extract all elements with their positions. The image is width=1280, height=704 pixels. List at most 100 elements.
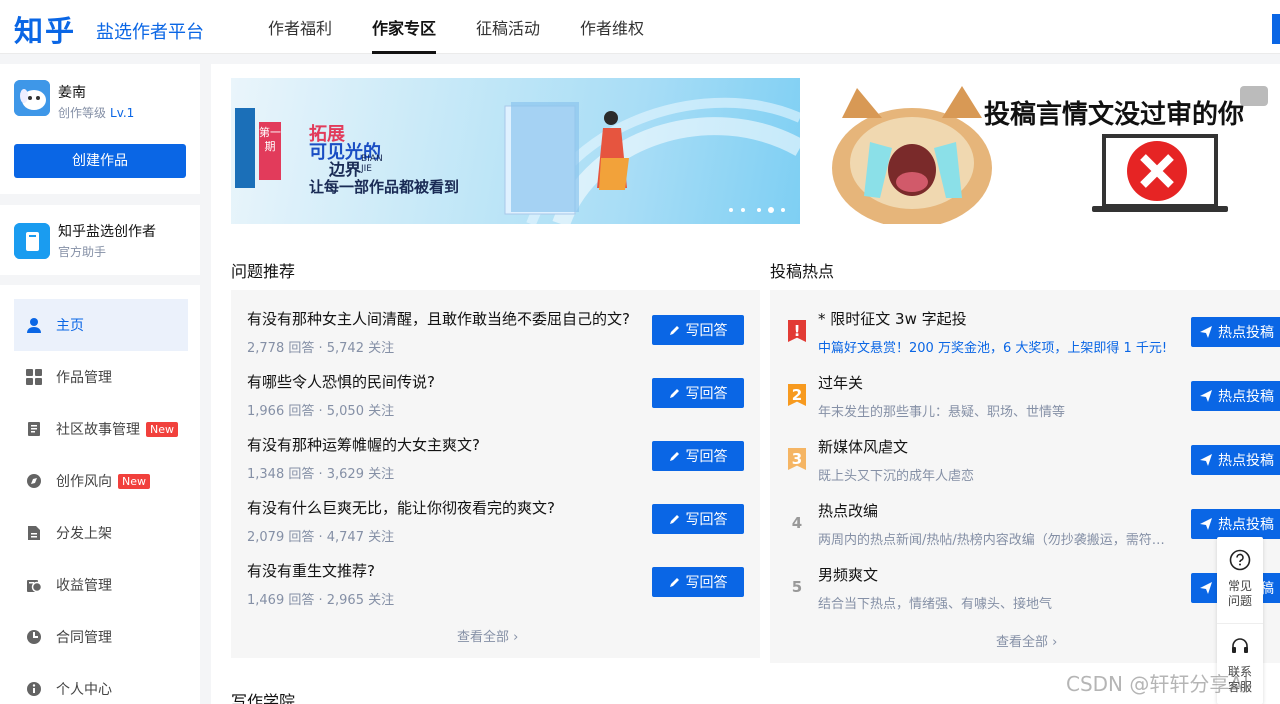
sidebar-item-profile[interactable]: 个人中心 — [14, 663, 188, 704]
banner-text-pinyin: BIAN JIE — [361, 154, 383, 174]
write-answer-button[interactable]: 写回答 — [652, 441, 744, 471]
hot-submit-label: 热点投稿 — [1218, 325, 1274, 341]
writing-academy-title: 写作学院 — [231, 692, 296, 704]
write-answer-label: 写回答 — [685, 386, 728, 402]
pencil-icon — [669, 389, 679, 398]
question-meta: 1,348 回答 · 3,629 关注 — [247, 467, 395, 482]
write-answer-button[interactable]: 写回答 — [652, 378, 744, 408]
money-icon — [26, 577, 42, 593]
user-card: 姜南 创作等级 Lv.1 创建作品 — [0, 64, 200, 194]
sidebar-item-label: 作品管理 — [56, 370, 112, 386]
sidebar-item-works[interactable]: 作品管理 — [14, 351, 188, 403]
sidebar-item-trends[interactable]: 创作风向 New — [14, 455, 188, 507]
send-icon — [1200, 390, 1212, 402]
send-icon — [1200, 582, 1212, 594]
sidebar-item-contracts[interactable]: 合同管理 — [14, 611, 188, 663]
send-icon — [1200, 518, 1212, 530]
meme-caption: 投稿言情文没过审的你 — [984, 100, 1245, 130]
assistant-card[interactable]: 知乎盐选创作者 官方助手 — [0, 205, 200, 275]
question-meta: 2,079 回答 · 4,747 关注 — [247, 530, 395, 545]
watermark: CSDN @轩轩分享AI — [1066, 672, 1249, 696]
hot-submit-button[interactable]: 热点投稿 — [1191, 445, 1280, 475]
question-title[interactable]: 有没有什么巨爽无比，能让你彻夜看完的爽文? — [247, 497, 555, 518]
banner-tagline: 让每一部作品都被看到 — [309, 178, 460, 196]
hot-title[interactable]: 男频爽文 — [818, 564, 878, 585]
level-value: Lv.1 — [110, 106, 135, 120]
rank-badge: 2 — [788, 384, 806, 406]
hot-submit-label: 热点投稿 — [1218, 453, 1274, 469]
avatar[interactable] — [14, 80, 50, 116]
write-answer-button[interactable]: 写回答 — [652, 567, 744, 597]
hot-description: 年末发生的那些事儿：悬疑、职场、世情等 — [818, 405, 1066, 420]
hot-title[interactable]: 过年关 — [818, 372, 863, 393]
hot-submit-button[interactable]: 热点投稿 — [1191, 381, 1280, 411]
nav-rights-protection[interactable]: 作者维权 — [580, 0, 644, 54]
chevron-right-icon: › — [1052, 635, 1058, 650]
new-badge: New — [118, 473, 150, 489]
hot-description: 既上头又下沉的成年人虐恋 — [818, 469, 975, 484]
nav-writer-zone[interactable]: 作家专区 — [372, 0, 437, 54]
hot-submit-button[interactable]: 热点投稿 — [1191, 509, 1280, 539]
sidebar-item-distribution[interactable]: 分发上架 — [14, 507, 188, 559]
write-answer-label: 写回答 — [685, 512, 728, 528]
question-panel: 有没有那种女主人间清醒，且敢作敢当绝不委屈自己的文? 2,778 回答 · 5,7… — [231, 290, 760, 658]
write-answer-label: 写回答 — [685, 449, 728, 465]
zhihu-logo[interactable]: 知乎 — [14, 8, 76, 50]
hot-see-all[interactable]: 查看全部 › — [996, 631, 1057, 650]
sidebar-item-home[interactable]: 主页 — [14, 299, 188, 351]
divider — [1217, 623, 1263, 624]
faq-label: 常见问题 — [1227, 579, 1252, 608]
grid-icon — [26, 369, 42, 385]
pencil-icon — [669, 326, 679, 335]
sidebar-item-label: 收益管理 — [56, 578, 112, 594]
create-work-button[interactable]: 创建作品 — [14, 144, 186, 178]
pencil-icon — [669, 578, 679, 587]
sidebar-item-label: 个人中心 — [56, 682, 112, 698]
top-nav: 作者福利 作家专区 征稿活动 作者维权 — [268, 0, 684, 54]
question-meta: 2,778 回答 · 5,742 关注 — [247, 341, 395, 356]
assistant-icon — [14, 223, 50, 259]
contract-icon — [26, 629, 42, 645]
hot-title[interactable]: 热点改编 — [818, 500, 878, 521]
write-answer-button[interactable]: 写回答 — [652, 504, 744, 534]
write-answer-button[interactable]: 写回答 — [652, 315, 744, 345]
platform-subtitle[interactable]: 盐选作者平台 — [96, 18, 204, 44]
hot-description: 两周内的热点新闻/热帖/热榜内容改编（勿抄袭搬运，需符合平台规范） — [818, 533, 1168, 548]
header-edge-button[interactable] — [1272, 14, 1280, 44]
nav-submissions[interactable]: 征稿活动 — [476, 0, 540, 54]
hot-submit-label: 热点投稿 — [1218, 517, 1274, 533]
question-section-title: 问题推荐 — [231, 262, 296, 281]
hot-title[interactable]: 新媒体风虐文 — [818, 436, 908, 457]
question-see-all[interactable]: 查看全部 › — [457, 626, 518, 645]
send-icon — [1200, 454, 1212, 466]
sidebar-item-revenue[interactable]: 收益管理 — [14, 559, 188, 611]
hot-title[interactable]: * 限时征文 3w 字起投 — [818, 308, 967, 329]
document-icon — [26, 421, 42, 437]
banner-visible-light[interactable]: 第一期 拓展 可见光的 边界 BIAN JIE 让每一部作品都被看到 — [231, 78, 800, 224]
hot-submit-label: 热点投稿 — [1218, 389, 1274, 405]
question-title[interactable]: 有没有那种运筹帷幄的大女主爽文? — [247, 434, 480, 455]
new-badge: New — [146, 421, 178, 437]
compass-icon — [26, 473, 42, 489]
faq-button[interactable]: 常见问题 — [1217, 549, 1263, 609]
question-title[interactable]: 有没有那种女主人间清醒，且敢作敢当绝不委屈自己的文? — [247, 308, 630, 329]
chevron-right-icon: › — [513, 630, 519, 645]
sidebar-item-label: 合同管理 — [56, 630, 112, 646]
sidebar-item-label: 主页 — [56, 318, 84, 334]
rank-badge: 4 — [791, 514, 803, 532]
assistant-subtitle: 官方助手 — [58, 245, 107, 259]
level-label: 创作等级 — [58, 106, 107, 120]
user-icon — [26, 317, 42, 333]
user-level: 创作等级 Lv.1 — [58, 104, 134, 121]
hot-submit-button[interactable]: 热点投稿 — [1191, 317, 1280, 347]
nav-author-benefits[interactable]: 作者福利 — [268, 0, 332, 54]
headset-icon — [1232, 638, 1248, 653]
question-title[interactable]: 有哪些令人恐惧的民间传说? — [247, 371, 435, 392]
file-icon — [26, 525, 42, 541]
info-icon — [26, 681, 42, 697]
sidebar-item-community-stories[interactable]: 社区故事管理 New — [14, 403, 188, 455]
question-title[interactable]: 有没有重生文推荐? — [247, 560, 375, 581]
banner-meme[interactable]: 投稿言情文没过审的你 — [812, 78, 1280, 224]
hot-description: 中篇好文悬赏！200 万奖金池，6 大奖项，上架即得 1 千元! — [818, 341, 1168, 356]
hot-description: 结合当下热点，情绪强、有噱头、接地气 — [818, 597, 1053, 612]
